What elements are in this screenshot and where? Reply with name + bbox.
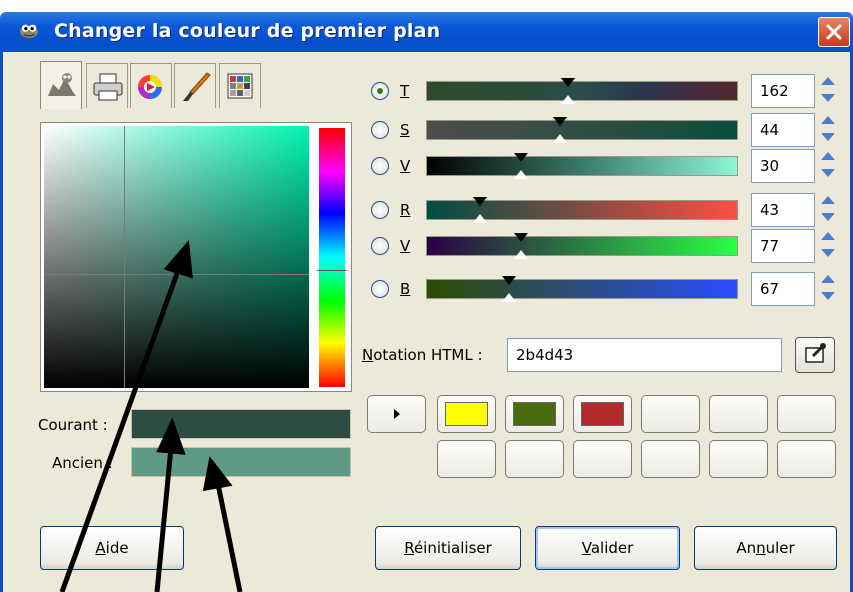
annotation-arrows (59, 239, 243, 592)
annotation-arrowhead-3 (202, 456, 233, 492)
annotation-arrowhead-2 (156, 417, 186, 455)
annotation-arrow-3 (215, 483, 243, 592)
annotation-arrow-2 (154, 447, 174, 592)
annotation-arrowhead-1 (163, 239, 193, 279)
